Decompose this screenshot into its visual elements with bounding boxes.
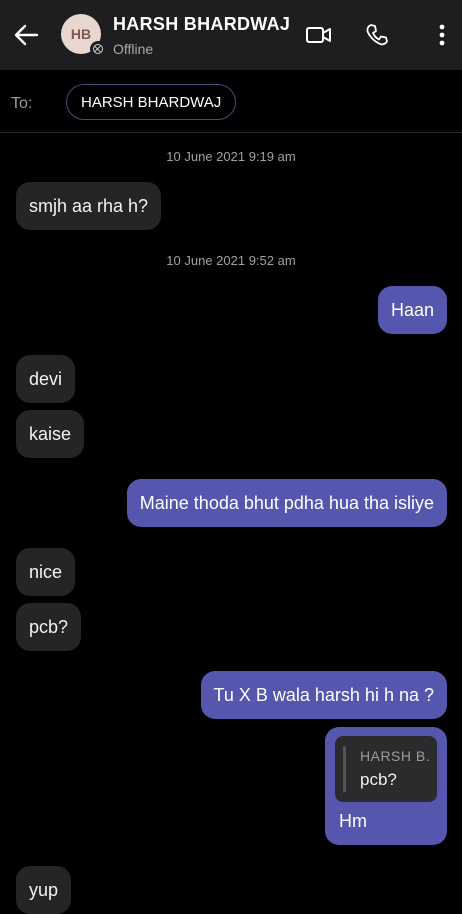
to-label: To:	[11, 95, 33, 112]
phone-call-icon	[366, 24, 388, 46]
message-incoming[interactable]: smjh aa rha h?	[16, 182, 162, 230]
quoted-author: HARSH B.	[360, 748, 431, 764]
video-call-icon	[306, 27, 331, 43]
quoted-text: pcb?	[360, 770, 397, 789]
avatar-initials: HB	[70, 26, 92, 42]
more-vertical-icon	[439, 24, 445, 46]
quote-bar	[343, 746, 346, 792]
offline-status-icon	[90, 41, 106, 57]
recipient-bar: To: HARSH BHARDWAJ	[0, 70, 462, 133]
message-outgoing[interactable]: Tu X B wala harsh hi h na ?	[200, 671, 447, 719]
message-incoming[interactable]: yup	[16, 866, 72, 914]
message-incoming[interactable]: kaise	[16, 410, 85, 458]
reply-text: Hm	[339, 811, 367, 831]
back-arrow-icon	[14, 24, 39, 46]
message-outgoing[interactable]: Maine thoda bhut pdha hua tha isliye	[126, 479, 447, 527]
avatar[interactable]: HB	[61, 14, 106, 57]
message-incoming[interactable]: nice	[16, 548, 76, 596]
back-button[interactable]	[8, 17, 44, 53]
message-incoming[interactable]: devi	[16, 355, 76, 403]
quoted-message[interactable]: HARSH B. pcb?	[335, 736, 437, 802]
recipient-chip[interactable]: HARSH BHARDWAJ	[66, 84, 237, 120]
reply-message-outgoing[interactable]: HARSH B. pcb? Hm	[325, 727, 447, 845]
phone-call-button[interactable]	[360, 18, 394, 52]
video-call-button[interactable]	[302, 18, 336, 52]
message-incoming[interactable]: pcb?	[16, 603, 82, 651]
contact-status: Offline	[113, 41, 154, 57]
timestamp: 10 June 2021 9:19 am	[166, 149, 296, 164]
timestamp: 10 June 2021 9:52 am	[166, 253, 296, 268]
contact-name[interactable]: HARSH BHARDWAJ	[113, 14, 290, 35]
message-outgoing[interactable]: Haan	[377, 286, 447, 334]
more-options-button[interactable]	[425, 18, 459, 52]
chat-header: HB HARSH BHARDWAJ Offline	[0, 0, 462, 70]
